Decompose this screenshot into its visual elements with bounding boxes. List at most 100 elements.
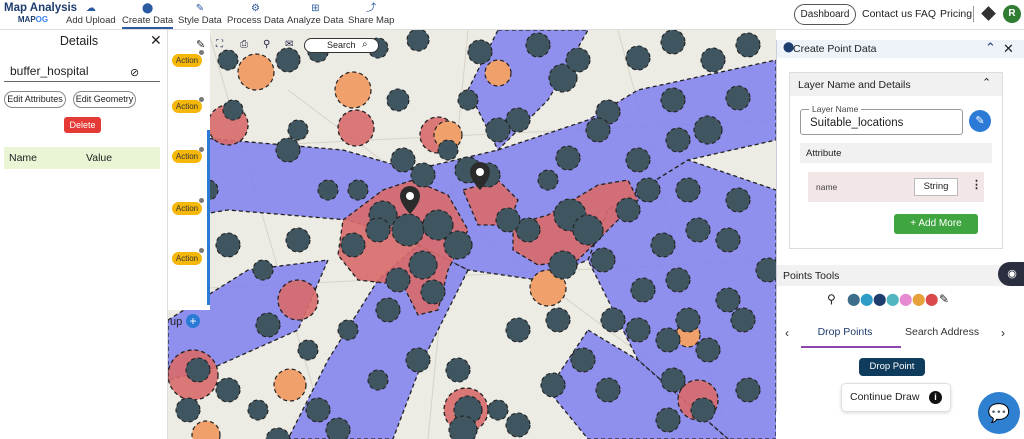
poi-marker[interactable] — [715, 287, 741, 313]
poi-marker[interactable] — [495, 207, 521, 233]
navy-pin-icon[interactable]: ⬤ — [873, 292, 886, 306]
poi-marker[interactable] — [390, 147, 416, 173]
pencil-icon[interactable]: ✎ — [196, 38, 205, 51]
dashboard-button[interactable]: Dashboard — [794, 4, 856, 25]
faq-link[interactable]: FAQ — [915, 8, 936, 20]
poi-marker[interactable] — [700, 47, 726, 73]
info-icon[interactable]: i — [929, 391, 942, 404]
edit-geometry-button[interactable]: Edit Geometry — [73, 91, 136, 108]
cube-icon[interactable] — [981, 6, 996, 21]
layer-details-header[interactable]: Layer Name and Details ⌃ — [790, 73, 1002, 96]
poi-marker[interactable] — [630, 277, 656, 303]
poi-marker[interactable] — [505, 317, 531, 343]
black-pin-icon[interactable]: ⚲ — [827, 292, 838, 306]
poi-marker[interactable] — [365, 217, 391, 243]
poi-marker[interactable] — [386, 88, 410, 112]
poi-marker[interactable] — [443, 230, 473, 260]
continue-draw-button[interactable]: Continue Draw i — [841, 383, 951, 412]
poi-marker[interactable] — [685, 217, 711, 243]
nav-analyze-data[interactable]: ⊞ Analyze Data — [287, 3, 344, 26]
poi-marker[interactable] — [615, 197, 641, 223]
red-pin-icon[interactable]: ⬤ — [925, 292, 938, 306]
add-layer-icon[interactable]: + — [186, 314, 200, 328]
tab-drop-points[interactable]: Drop Points — [801, 326, 889, 338]
fit-bounds-icon[interactable]: ⛶ — [216, 39, 223, 50]
chevron-up-icon[interactable]: ⌃ — [982, 76, 991, 89]
poi-marker[interactable] — [217, 49, 239, 71]
drop-point-button[interactable]: Drop Point — [859, 358, 925, 376]
poi-marker[interactable] — [735, 32, 761, 58]
poi-marker[interactable] — [695, 337, 721, 363]
poi-marker[interactable] — [420, 279, 446, 305]
print-icon[interactable]: ⎙ — [240, 39, 248, 50]
poi-marker[interactable] — [317, 179, 339, 201]
poi-marker[interactable] — [730, 307, 756, 333]
locate-icon[interactable]: ⚲ — [263, 39, 270, 50]
poi-marker[interactable] — [625, 317, 651, 343]
chevron-up-icon[interactable]: ⌃ — [985, 40, 996, 56]
poi-marker[interactable] — [655, 407, 681, 433]
blue-pin-icon[interactable]: ⬤ — [860, 292, 873, 306]
poi-marker[interactable] — [650, 232, 676, 258]
cyan-pin-icon[interactable]: ⬤ — [886, 292, 899, 306]
poi-marker[interactable] — [405, 347, 431, 373]
poi-marker[interactable] — [285, 227, 311, 253]
poi-marker[interactable] — [410, 162, 436, 188]
poi-marker[interactable] — [247, 399, 269, 421]
eye-off-icon[interactable]: ⊘ — [130, 66, 139, 79]
poi-marker[interactable] — [548, 250, 578, 280]
pink-pin-icon[interactable]: ⬤ — [899, 292, 912, 306]
action-button[interactable]: Action — [172, 252, 202, 265]
poi-marker[interactable] — [675, 177, 701, 203]
poi-marker[interactable] — [625, 147, 651, 173]
poi-marker[interactable] — [445, 357, 471, 383]
poi-marker[interactable] — [375, 297, 401, 323]
poi-marker[interactable] — [590, 247, 616, 273]
poi-marker[interactable] — [725, 187, 751, 213]
poi-marker[interactable] — [215, 232, 241, 258]
poi-marker[interactable] — [391, 213, 425, 247]
poi-marker[interactable] — [635, 177, 661, 203]
nav-create-data[interactable]: ⬤ Create Data — [122, 3, 174, 29]
pricing-link[interactable]: Pricing — [940, 8, 972, 20]
nav-process-data[interactable]: ⚙ Process Data — [227, 3, 284, 26]
orange-pin-icon[interactable]: ⬤ — [912, 292, 925, 306]
poi-marker[interactable] — [347, 179, 369, 201]
contact-us-link[interactable]: Contact us — [862, 8, 912, 20]
user-avatar[interactable]: R — [1003, 5, 1021, 23]
poi-marker[interactable] — [437, 139, 459, 161]
map-canvas[interactable] — [168, 30, 776, 439]
tab-search-address[interactable]: Search Address — [905, 326, 979, 338]
poi-marker[interactable] — [540, 372, 566, 398]
poi-marker[interactable] — [655, 327, 681, 353]
teal-pin-icon[interactable]: ⬤ — [847, 292, 860, 306]
poi-marker[interactable] — [625, 45, 651, 71]
poi-marker[interactable] — [660, 30, 686, 55]
attribute-type-select[interactable]: String — [914, 178, 958, 196]
action-button[interactable]: Action — [172, 202, 202, 215]
pencil-icon[interactable]: ✎ — [939, 292, 950, 306]
more-options-icon[interactable]: ⋮ — [971, 178, 982, 191]
chevron-left-icon[interactable]: ‹ — [785, 326, 789, 340]
map-svg[interactable] — [168, 30, 776, 439]
add-more-button[interactable]: + Add More — [894, 214, 978, 234]
poi-marker[interactable] — [215, 377, 241, 403]
poi-marker[interactable] — [275, 137, 301, 163]
poi-marker[interactable] — [185, 357, 211, 383]
poi-marker[interactable] — [505, 412, 531, 438]
poi-marker[interactable] — [660, 87, 686, 113]
action-button[interactable]: Action — [172, 54, 202, 67]
poi-marker[interactable] — [585, 117, 611, 143]
panel-scroll-rail[interactable] — [207, 130, 210, 305]
poi-marker[interactable] — [287, 119, 309, 141]
poi-marker[interactable] — [715, 227, 741, 253]
action-button[interactable]: Action — [172, 100, 202, 113]
poi-marker[interactable] — [252, 259, 274, 281]
poi-marker[interactable] — [660, 367, 686, 393]
chevron-right-icon[interactable]: › — [1001, 326, 1005, 340]
comment-icon[interactable]: ✉ — [285, 39, 293, 50]
poi-marker[interactable] — [255, 312, 281, 338]
nav-share-map[interactable]: ⤴ Share Map — [348, 3, 394, 26]
app-logo[interactable]: Map Analysis MAPOG — [4, 2, 77, 28]
poi-marker[interactable] — [555, 145, 581, 171]
